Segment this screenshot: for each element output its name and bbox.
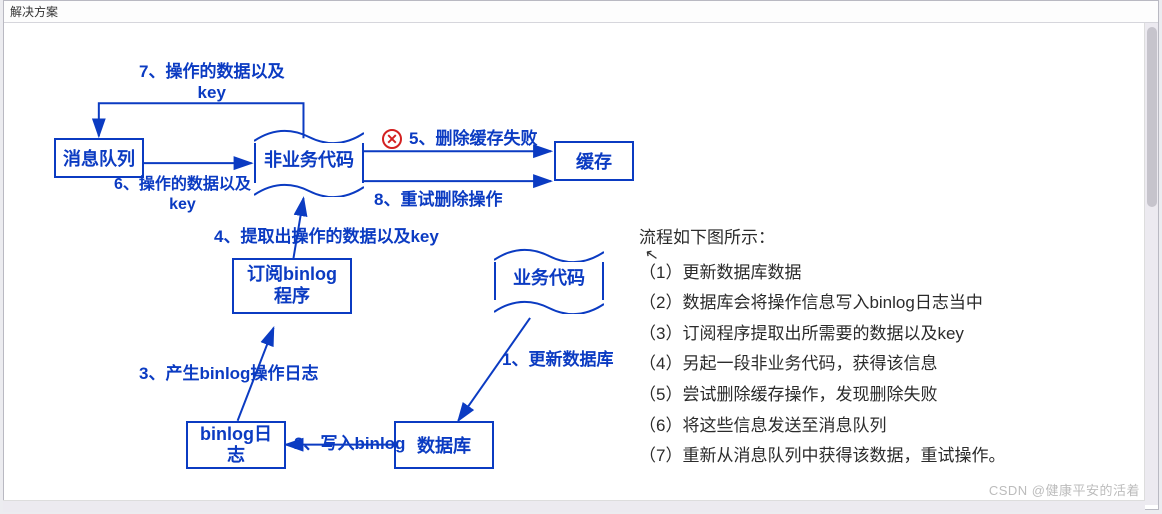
edge-label-2: 2、写入binlog xyxy=(294,433,405,454)
step-1: （1）更新数据库数据 xyxy=(639,258,1005,289)
window-title: 解决方案 xyxy=(4,1,1158,23)
edge-label-6: 6、操作的数据以及 key xyxy=(114,175,251,215)
watermark: CSDN @健康平安的活着 xyxy=(989,480,1140,499)
step-2: （2）数据库会将操作信息写入binlog日志当中 xyxy=(639,288,1005,319)
steps-header: 流程如下图所示： xyxy=(639,223,1005,254)
edge-label-3: 3、产生binlog操作日志 xyxy=(139,363,318,384)
step-3: （3）订阅程序提取出所需要的数据以及key xyxy=(639,319,1005,350)
step-4: （4）另起一段非业务代码，获得该信息 xyxy=(639,349,1005,380)
error-icon: ✕ xyxy=(382,129,402,149)
node-non-business-code: 非业务代码 xyxy=(254,129,364,197)
edge-label-4: 4、提取出操作的数据以及key xyxy=(214,226,439,247)
step-6: （6）将这些信息发送至消息队列 xyxy=(639,411,1005,442)
window-frame: 解决方案 消息队列 xyxy=(3,0,1159,510)
edge-label-7: 7、操作的数据以及 key xyxy=(139,61,284,104)
node-message-queue: 消息队列 xyxy=(54,138,144,178)
node-binlog: binlog日 志 xyxy=(186,421,286,469)
edge-label-8: 8、重试删除操作 xyxy=(374,189,502,210)
edge-label-5: 5、删除缓存失败 xyxy=(409,128,537,149)
scrollbar-thumb[interactable] xyxy=(1147,27,1157,207)
horizontal-scrollbar[interactable] xyxy=(3,500,1145,512)
edge-label-1: 1、更新数据库 xyxy=(502,349,613,370)
node-business-code: 业务代码 xyxy=(494,248,604,314)
step-5: （5）尝试删除缓存操作，发现删除失败 xyxy=(639,380,1005,411)
node-database: 数据库 xyxy=(394,421,494,469)
step-7: （7）重新从消息队列中获得该数据，重试操作。 xyxy=(639,441,1005,472)
steps-text: 流程如下图所示： （1）更新数据库数据 （2）数据库会将操作信息写入binlog… xyxy=(639,223,1005,472)
node-subscribe-binlog: 订阅binlog 程序 xyxy=(232,258,352,314)
vertical-scrollbar[interactable] xyxy=(1144,23,1158,505)
node-cache: 缓存 xyxy=(554,141,634,181)
diagram-canvas: 消息队列 非业务代码 缓存 订阅binlog 程序 业务代码 binlog日 志… xyxy=(4,23,1158,503)
